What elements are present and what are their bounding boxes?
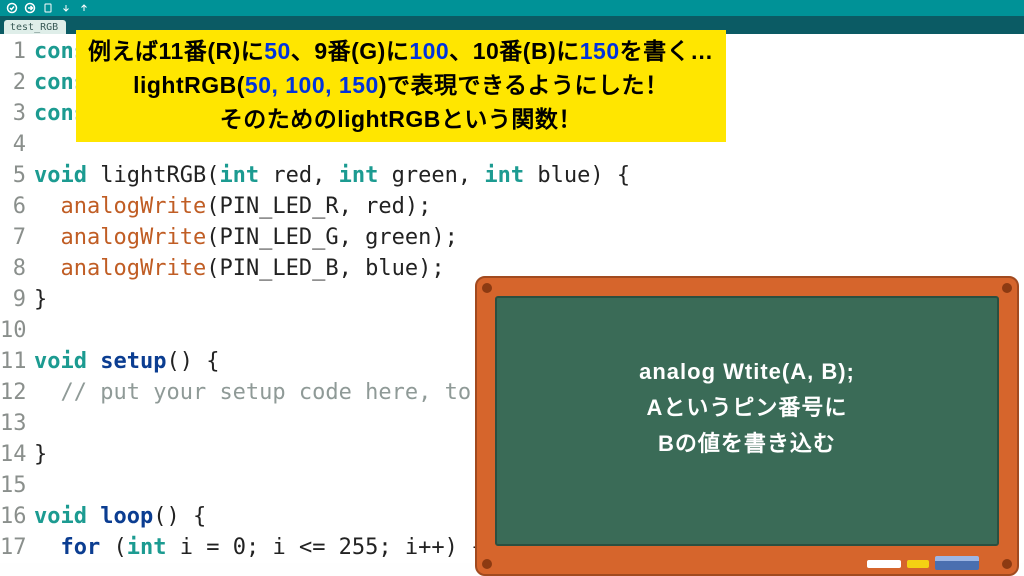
code-content[interactable]: void loop() { [34, 501, 206, 532]
chalkboard: analog Wtite(A, B); Aというピン番号に Bの値を書き込む [475, 276, 1019, 576]
annotation-callout: 例えば11番(R)に50、9番(G)に100、10番(B)に150を書く… li… [76, 30, 726, 142]
verify-icon[interactable] [6, 2, 18, 14]
board-line-2: Aというピン番号に [477, 390, 1017, 426]
line-number: 3 [0, 98, 34, 129]
line-number: 14 [0, 439, 34, 470]
line-number: 17 [0, 532, 34, 563]
code-line[interactable]: 7 analogWrite(PIN_LED_G, green); [0, 222, 1024, 253]
chalk-white-icon [867, 560, 901, 568]
line-number: 11 [0, 346, 34, 377]
line-number: 16 [0, 501, 34, 532]
code-content[interactable]: for (int i = 0; i <= 255; i++) { [34, 532, 484, 563]
code-content[interactable]: } [34, 284, 47, 315]
board-line-3: Bの値を書き込む [477, 426, 1017, 462]
line-number: 8 [0, 253, 34, 284]
line-number: 15 [0, 470, 34, 501]
code-line[interactable]: 5void lightRGB(int red, int green, int b… [0, 160, 1024, 191]
code-content[interactable]: } [34, 439, 47, 470]
annotation-line-2: lightRGB(50, 100, 150)で表現できるようにした！ [88, 68, 714, 102]
code-content[interactable]: void setup() { [34, 346, 219, 377]
sketch-tab[interactable]: test_RGB [4, 20, 66, 34]
save-icon[interactable] [78, 2, 90, 14]
code-line[interactable]: 6 analogWrite(PIN_LED_R, red); [0, 191, 1024, 222]
line-number: 7 [0, 222, 34, 253]
code-content[interactable]: void lightRGB(int red, int green, int bl… [34, 160, 630, 191]
code-content[interactable]: analogWrite(PIN_LED_R, red); [34, 191, 431, 222]
chalkboard-frame: analog Wtite(A, B); Aというピン番号に Bの値を書き込む [475, 276, 1019, 576]
line-number: 13 [0, 408, 34, 439]
code-content[interactable]: analogWrite(PIN_LED_G, green); [34, 222, 458, 253]
ide-toolbar [0, 0, 1024, 16]
board-line-1: analog Wtite(A, B); [477, 354, 1017, 390]
corner-screw-icon [482, 283, 492, 293]
line-number: 1 [0, 36, 34, 67]
line-number: 12 [0, 377, 34, 408]
eraser-icon [935, 556, 979, 570]
open-file-icon[interactable] [60, 2, 72, 14]
chalk-yellow-icon [907, 560, 929, 568]
code-content[interactable]: analogWrite(PIN_LED_B, blue); [34, 253, 445, 284]
code-content[interactable]: // put your setup code here, to run o [34, 377, 551, 408]
corner-screw-icon [1002, 283, 1012, 293]
line-number: 10 [0, 315, 34, 346]
line-number: 9 [0, 284, 34, 315]
upload-icon[interactable] [24, 2, 36, 14]
corner-screw-icon [482, 559, 492, 569]
annotation-line-3: そのためのlightRGBという関数！ [88, 102, 714, 136]
line-number: 5 [0, 160, 34, 191]
annotation-line-1: 例えば11番(R)に50、9番(G)に100、10番(B)に150を書く… [88, 34, 714, 68]
new-file-icon[interactable] [42, 2, 54, 14]
line-number: 4 [0, 129, 34, 160]
corner-screw-icon [1002, 559, 1012, 569]
line-number: 6 [0, 191, 34, 222]
chalkboard-text: analog Wtite(A, B); Aというピン番号に Bの値を書き込む [477, 354, 1017, 462]
line-number: 2 [0, 67, 34, 98]
